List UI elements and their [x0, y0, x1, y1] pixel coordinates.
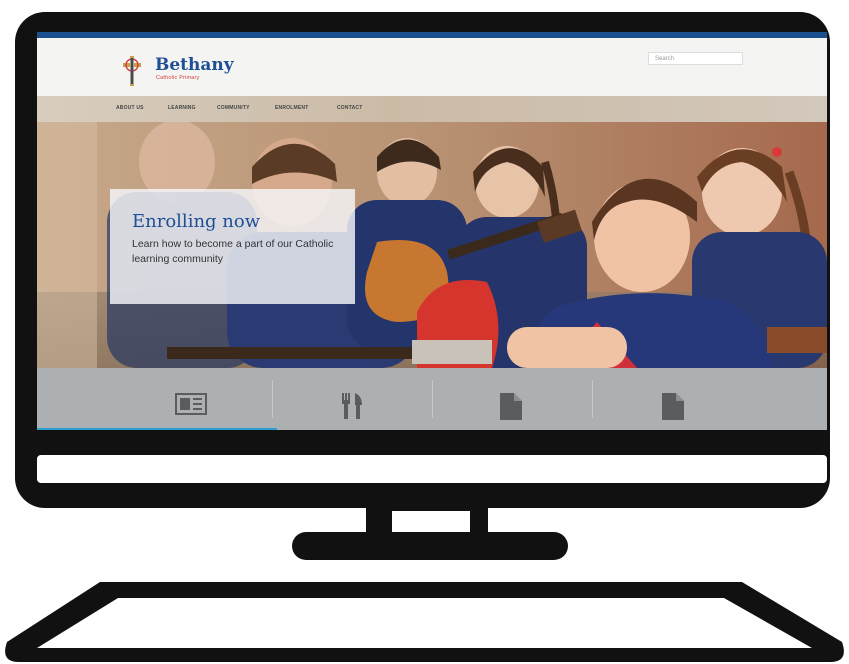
website-screen: Bethany Catholic Primary Search ABOUT US…	[37, 32, 827, 430]
cross-logo-icon[interactable]	[121, 54, 143, 88]
nav-item-about[interactable]: ABOUT US	[116, 105, 144, 111]
feature-accent-bar	[37, 428, 277, 430]
monitor-stand	[292, 532, 568, 560]
nav-item-community[interactable]: COMMUNITY	[217, 105, 250, 111]
keyboard-base	[5, 582, 844, 662]
hero-callout[interactable]: Enrolling now Learn how to become a part…	[110, 189, 355, 304]
main-nav: ABOUT US LEARNING COMMUNITY ENROLMENT CO…	[37, 96, 827, 122]
hero-title: Enrolling now	[132, 211, 261, 232]
hero-text: Learn how to become a part of our Cathol…	[132, 238, 334, 265]
divider	[592, 380, 593, 418]
site-name[interactable]: Bethany	[155, 55, 234, 75]
monitor-chin	[37, 455, 827, 483]
nav-item-learning[interactable]: LEARNING	[168, 105, 196, 111]
document-icon[interactable]	[500, 393, 522, 420]
document-icon[interactable]	[662, 393, 684, 420]
feature-bar	[37, 368, 827, 430]
search-input[interactable]: Search	[648, 52, 743, 65]
divider	[432, 380, 433, 418]
nav-item-enrolment[interactable]: ENROLMENT	[275, 105, 308, 111]
canteen-icon[interactable]	[340, 393, 364, 419]
site-header: Bethany Catholic Primary Search	[37, 38, 827, 96]
hero-banner: Enrolling now Learn how to become a part…	[37, 122, 827, 368]
site-tagline: Catholic Primary	[156, 75, 200, 81]
newsletter-icon[interactable]	[175, 393, 207, 415]
nav-item-contact[interactable]: CONTACT	[337, 105, 362, 111]
divider	[272, 380, 273, 418]
